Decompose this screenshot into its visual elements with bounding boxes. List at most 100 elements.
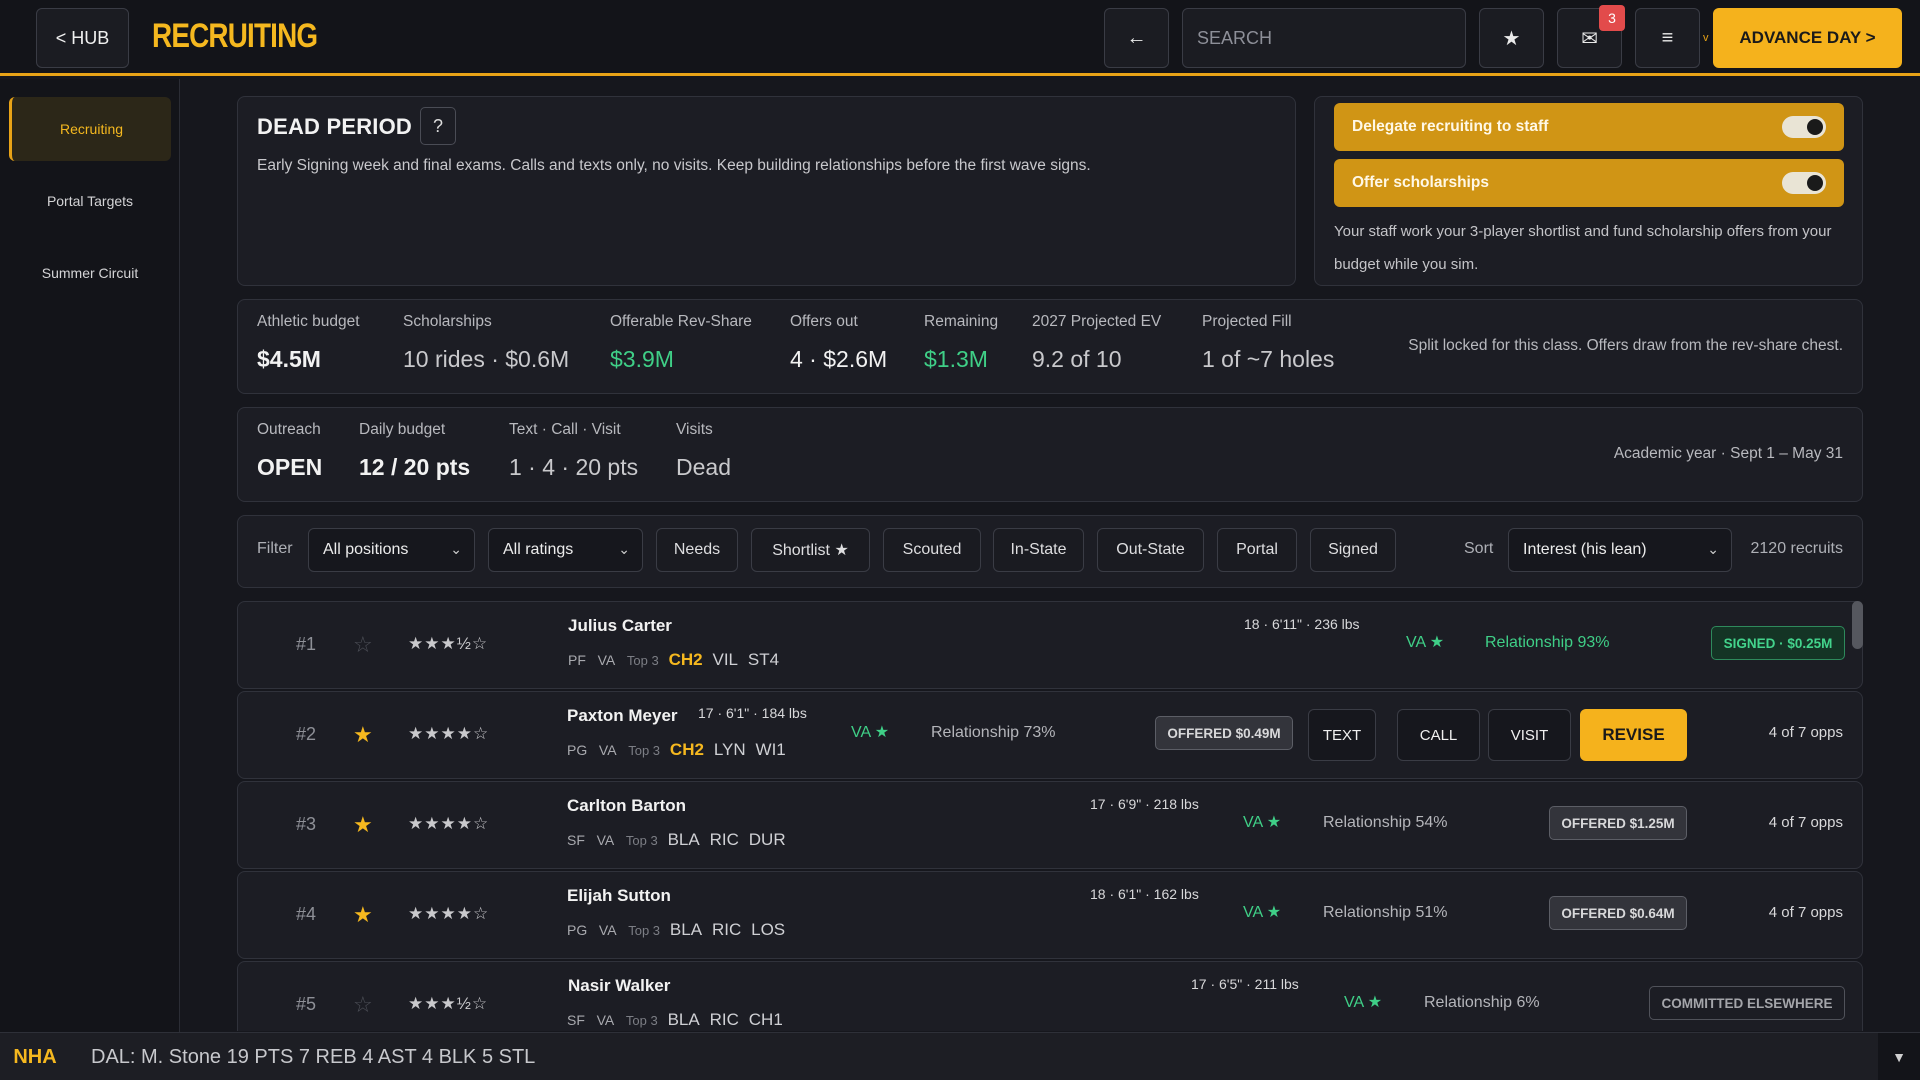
recruit-name[interactable]: Carlton Barton (567, 796, 686, 816)
recruit-bio: 17 · 6'5" · 211 lbs (1191, 976, 1299, 992)
sidebar-item-portal-targets[interactable]: Portal Targets (9, 169, 171, 233)
stat-projected-ev: 2027 Projected EV 9.2 of 10 (1032, 313, 1161, 373)
filter-chip-scouted[interactable]: Scouted (883, 528, 981, 572)
rating-stars: ★★★★☆ (408, 814, 490, 833)
recruit-row[interactable]: #4 ★ ★★★★☆ Elijah Sutton PG VA Top 3 BLA… (237, 871, 1863, 959)
offer-scholarships-switch[interactable] (1782, 172, 1826, 194)
recruit-rank: #1 (296, 634, 317, 654)
filter-label: Filter (257, 540, 293, 557)
stat-scholarships: Scholarships 10 rides · $0.6M (403, 313, 569, 373)
offer-scholarships-toggle-row[interactable]: Offer scholarships (1334, 159, 1844, 207)
recruit-top-label: Top 3 (626, 653, 659, 668)
recruit-name[interactable]: Paxton Meyer (567, 706, 678, 726)
recruit-meta: SF VA Top 3 BLA RIC CH1 (567, 1010, 783, 1030)
chevron-down-icon: ⌄ (450, 541, 462, 557)
recruit-name[interactable]: Julius Carter (568, 616, 672, 636)
arrow-left-icon: ← (1126, 26, 1147, 49)
recruit-position: SF (567, 1012, 585, 1028)
school-tag: VIL (712, 650, 739, 669)
ratings-select[interactable]: All ratings ⌄ (488, 528, 643, 572)
sort-label: Sort (1464, 540, 1494, 557)
stat-visits: Visits Dead (676, 421, 731, 481)
period-panel: DEAD PERIOD ? Early Signing week and fin… (237, 96, 1296, 286)
opponents-count: 4 of 7 opps (1768, 904, 1843, 921)
shortlist-star-icon[interactable]: ☆ (353, 632, 373, 658)
recruit-state-badge: VA ★ (1243, 904, 1282, 921)
ticker-text: DAL: M. Stone 19 PTS 7 REB 4 AST 4 BLK 5… (91, 1046, 536, 1068)
sidebar-item-recruiting[interactable]: Recruiting (9, 97, 171, 161)
recruit-row[interactable]: #1 ☆ ★★★½☆ Julius Carter PF VA Top 3 CH2… (237, 601, 1863, 689)
recruit-bio: 17 · 6'1" · 184 lbs (698, 705, 807, 721)
recruit-row[interactable]: #3 ★ ★★★★☆ Carlton Barton SF VA Top 3 BL… (237, 781, 1863, 869)
menu-button[interactable]: ≡ (1635, 8, 1700, 68)
stat-value: $3.9M (610, 346, 674, 372)
inbox-button[interactable]: ✉ 3 (1557, 5, 1625, 68)
stat-value: OPEN (257, 454, 323, 480)
shortlist-star-icon[interactable]: ★ (353, 812, 373, 838)
filter-chip-out-state[interactable]: Out-State (1097, 528, 1204, 572)
school-tag: BLA (667, 830, 700, 849)
call-button[interactable]: CALL (1397, 709, 1480, 761)
advance-day-button[interactable]: ADVANCE DAY > (1713, 8, 1902, 68)
stat-label: Remaining (924, 313, 999, 330)
outreach-panel: Outreach OPEN Daily budget 12 / 20 pts T… (237, 407, 1863, 502)
stat-value: 9.2 of 10 (1032, 346, 1122, 372)
school-tag: ST4 (747, 650, 780, 669)
opponents-count: 4 of 7 opps (1768, 814, 1843, 831)
stat-athletic-budget: Athletic budget $4.5M (257, 313, 360, 373)
back-button[interactable]: ← (1104, 8, 1169, 68)
recruit-meta: PG VA Top 3 BLA RIC LOS (567, 920, 785, 940)
filter-chip-shortlist[interactable]: Shortlist ★ (751, 528, 870, 572)
search-input[interactable] (1182, 8, 1466, 68)
recruit-row[interactable]: #2 ★ ★★★★☆ Paxton Meyer 17 · 6'1" · 184 … (237, 691, 1863, 779)
school-tag: RIC (711, 920, 742, 939)
ticker-collapse-button[interactable]: ▼ (1878, 1033, 1920, 1080)
recruit-top-label: Top 3 (628, 743, 661, 758)
hub-button[interactable]: < HUB (36, 8, 129, 68)
recruit-rank: #2 (296, 724, 317, 744)
positions-select[interactable]: All positions ⌄ (308, 528, 475, 572)
sort-select[interactable]: Interest (his lean) ⌄ (1508, 528, 1732, 572)
staff-note: Your staff work your 3-player shortlist … (1334, 223, 1832, 273)
delegate-recruiting-switch[interactable] (1782, 116, 1826, 138)
relationship-value: Relationship 54% (1323, 814, 1448, 831)
favorites-button[interactable]: ★ (1479, 8, 1544, 68)
school-tag: BLA (667, 1010, 700, 1029)
recruit-meta: SF VA Top 3 BLA RIC DUR (567, 830, 786, 850)
stat-label: Projected Fill (1202, 313, 1292, 330)
filter-chip-signed[interactable]: Signed (1310, 528, 1396, 572)
sidebar: Recruiting Portal Targets Summer Circuit (0, 79, 180, 1032)
stat-projected-fill: Projected Fill 1 of ~7 holes (1202, 313, 1334, 373)
shortlist-star-icon[interactable]: ★ (353, 902, 373, 928)
text-button[interactable]: TEXT (1308, 709, 1376, 761)
recruit-list[interactable]: #1 ☆ ★★★½☆ Julius Carter PF VA Top 3 CH2… (237, 601, 1863, 1031)
recruit-row[interactable]: #5 ☆ ★★★½☆ Nasir Walker SF VA Top 3 BLA … (237, 961, 1863, 1031)
list-scrollbar[interactable] (1852, 601, 1863, 649)
status-badge: SIGNED · $0.25M (1711, 626, 1845, 660)
hamburger-menu-icon: ≡ (1661, 26, 1674, 49)
school-tag: CH2 (668, 650, 703, 669)
period-description: Early Signing week and final exams. Call… (257, 157, 1091, 174)
stat-value: 12 / 20 pts (359, 454, 471, 480)
filter-chip-in-state[interactable]: In-State (993, 528, 1084, 572)
stat-label: Athletic budget (257, 313, 360, 330)
revise-offer-button[interactable]: REVISE (1580, 709, 1687, 761)
stat-label: Scholarships (403, 313, 492, 330)
shortlist-star-icon[interactable]: ☆ (353, 992, 373, 1018)
visit-button[interactable]: VISIT (1488, 709, 1571, 761)
league-logo: NHA (13, 1045, 57, 1068)
school-tag: DUR (748, 830, 786, 849)
help-button[interactable]: ? (420, 107, 456, 145)
shortlist-star-icon[interactable]: ★ (353, 722, 373, 748)
filter-chip-portal[interactable]: Portal (1217, 528, 1297, 572)
relationship-value: Relationship 51% (1323, 904, 1448, 921)
filter-chip-needs[interactable]: Needs (656, 528, 738, 572)
status-badge: OFFERED $0.64M (1549, 896, 1687, 930)
sidebar-item-summer-circuit[interactable]: Summer Circuit (9, 241, 171, 305)
recruit-name[interactable]: Nasir Walker (568, 976, 670, 996)
recruit-home-state: VA (598, 742, 617, 758)
delegate-recruiting-toggle-row[interactable]: Delegate recruiting to staff (1334, 103, 1844, 151)
recruit-rank: #3 (296, 814, 317, 834)
recruit-name[interactable]: Elijah Sutton (567, 886, 671, 906)
stat-label: 2027 Projected EV (1032, 313, 1162, 330)
